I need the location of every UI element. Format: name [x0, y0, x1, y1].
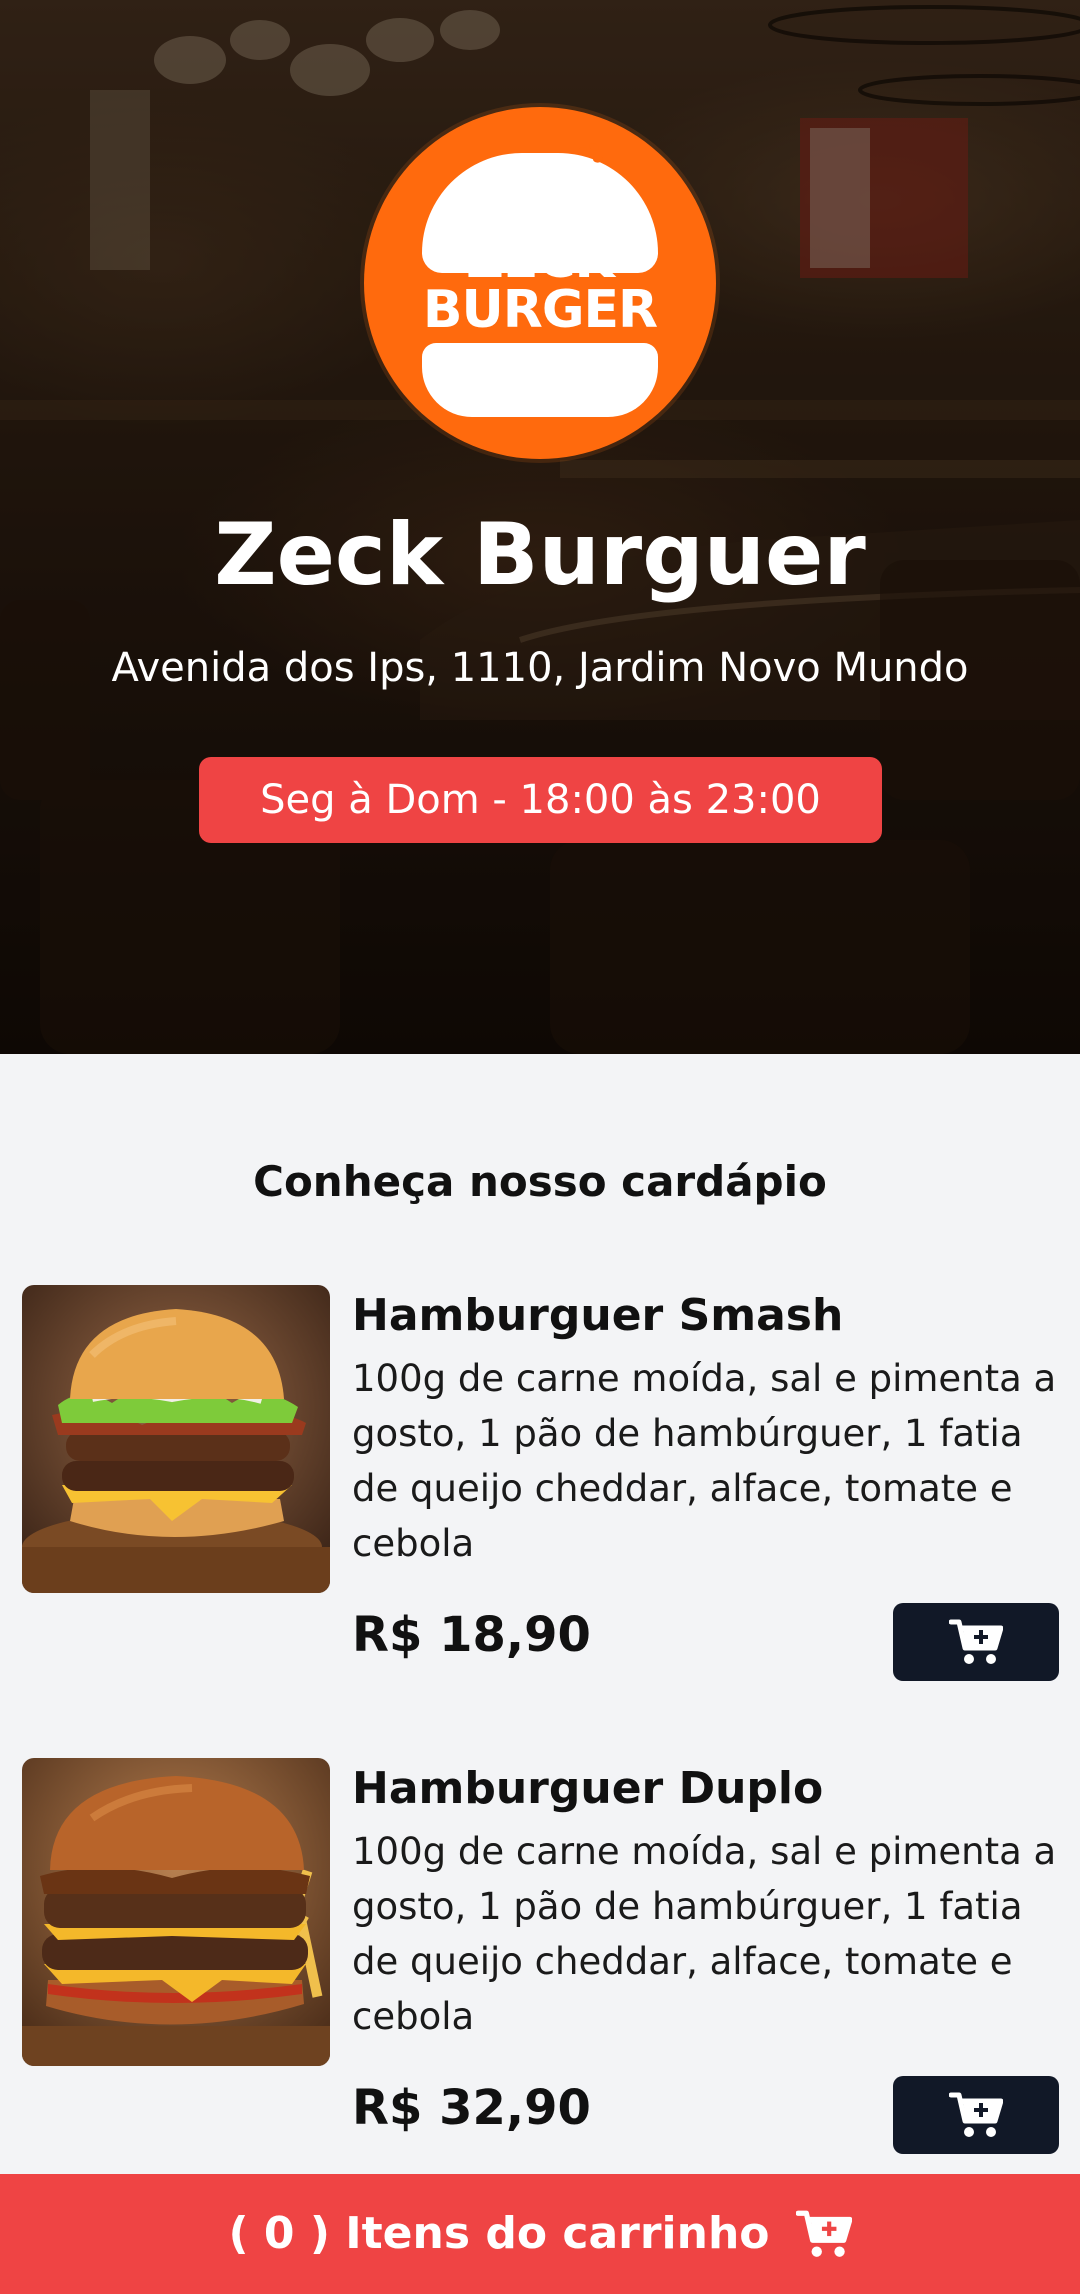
cart-close-paren: )	[294, 2208, 346, 2259]
product-image	[22, 1758, 330, 2066]
product-image	[22, 1285, 330, 1593]
cart-plus-icon	[949, 1619, 1003, 1664]
cart-bar[interactable]: ( 0 ) Itens do carrinho	[0, 2174, 1080, 2294]
restaurant-logo: ZECK BURGER	[364, 107, 716, 459]
product-card: Hamburguer Smash 100g de carne moída, sa…	[0, 1285, 1080, 1695]
cart-plus-icon	[949, 2092, 1003, 2137]
product-card: Hamburguer Duplo 100g de carne moída, sa…	[0, 1758, 1080, 2168]
logo-sesame-seeds	[577, 143, 603, 163]
hero-header: ZECK BURGER Zeck Burguer Avenida dos Ips…	[0, 0, 1080, 1054]
restaurant-name: Zeck Burguer	[214, 505, 866, 605]
product-description: 100g de carne moída, sal e pimenta a gos…	[352, 1357, 1057, 1565]
product-price: R$ 32,90	[352, 2080, 591, 2136]
product-name: Hamburguer Duplo	[352, 1763, 824, 1814]
opening-hours-badge: Seg à Dom - 18:00 às 23:00	[199, 757, 882, 843]
cart-open-paren: (	[228, 2208, 264, 2259]
cart-plus-icon	[795, 2209, 852, 2259]
cart-count: 0	[263, 2208, 295, 2259]
product-name: Hamburguer Smash	[352, 1290, 844, 1341]
add-to-cart-button[interactable]	[893, 2076, 1059, 2154]
cart-label: Itens do carrinho	[345, 2208, 770, 2259]
logo-bun-bottom	[422, 343, 658, 417]
restaurant-address: Avenida dos Ips, 1110, Jardim Novo Mundo	[111, 645, 969, 691]
menu-title: Conheça nosso cardápio	[253, 1157, 827, 1206]
product-price: R$ 18,90	[352, 1607, 591, 1663]
add-to-cart-button[interactable]	[893, 1603, 1059, 1681]
logo-line-1: ZECK	[466, 230, 615, 290]
logo-wordmark: ZECK BURGER	[364, 230, 716, 340]
product-description: 100g de carne moída, sal e pimenta a gos…	[352, 1830, 1057, 2038]
cart-summary: ( 0 ) Itens do carrinho	[228, 2204, 769, 2264]
logo-line-2: BURGER	[422, 280, 658, 340]
